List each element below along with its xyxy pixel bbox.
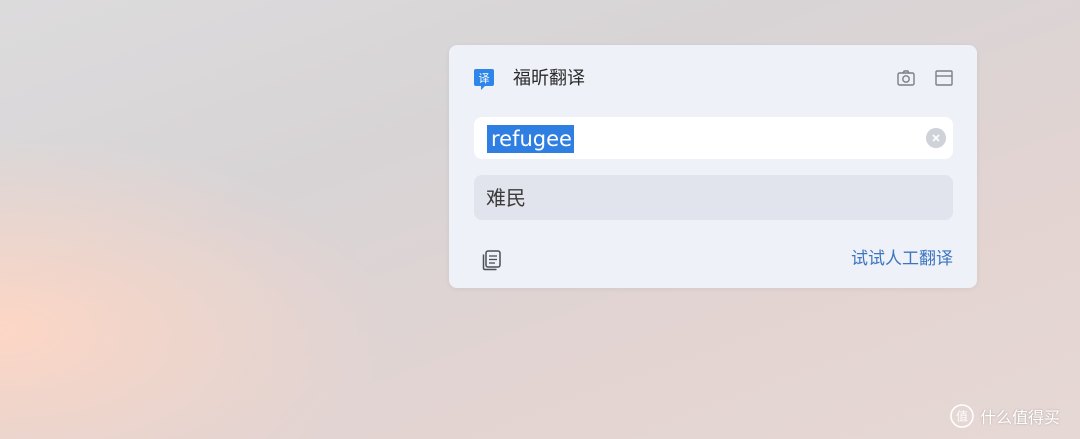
camera-icon[interactable] <box>896 68 916 88</box>
source-input-text[interactable]: refugee <box>487 125 574 153</box>
watermark-logo-glyph: 值 <box>956 409 968 424</box>
watermark: 值 什么值得买 <box>950 403 1060 429</box>
window-icon[interactable] <box>934 68 954 88</box>
human-translate-link[interactable]: 试试人工翻译 <box>851 247 953 271</box>
watermark-text: 什么值得买 <box>980 408 1061 427</box>
copy-icon[interactable] <box>480 248 504 272</box>
app-logo-icon: 译 <box>474 69 494 90</box>
translation-result: 难民 <box>474 175 953 220</box>
watermark-logo-icon: 值 <box>950 404 974 428</box>
app-logo-glyph: 译 <box>479 72 490 85</box>
app-title: 福昕翻译 <box>513 68 585 89</box>
source-input[interactable]: refugee <box>474 117 953 159</box>
clear-icon[interactable] <box>926 128 946 148</box>
translation-panel: 译 福昕翻译 refugee 难民 试试人工翻译 <box>449 45 977 288</box>
translation-result-text: 难民 <box>486 186 526 210</box>
